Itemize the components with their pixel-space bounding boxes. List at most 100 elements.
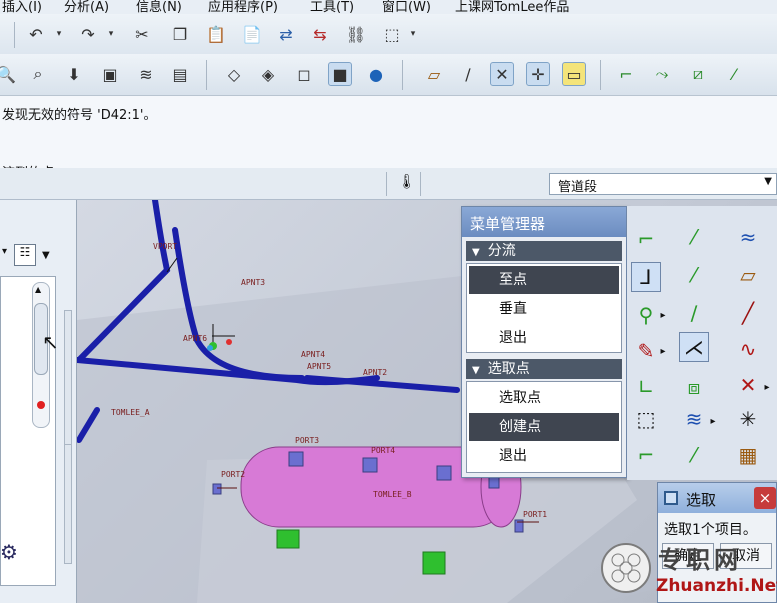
menu-item-exit[interactable]: 退出 (469, 324, 619, 352)
splitter-bottom[interactable] (64, 444, 72, 564)
menu-info[interactable]: 信息(N) (136, 0, 182, 14)
menu-group-label: 分流 (487, 243, 516, 259)
cut-icon[interactable]: ✂ (130, 22, 154, 46)
pipe-segment-icon[interactable]: ⁄ (722, 62, 746, 86)
flyout-icon[interactable]: ▸ (657, 336, 669, 366)
find-icon[interactable]: ⛓ (344, 22, 368, 46)
undo-icon[interactable]: ↶ (24, 22, 48, 46)
menu-list-branch: 至点 垂直 退出 (466, 263, 622, 353)
label-tomlee-b: TOMLEE_B (373, 490, 412, 499)
flyout-icon[interactable]: ▸ (707, 406, 719, 436)
label-apnt3: APNT3 (241, 278, 266, 287)
pipe-extend-icon[interactable]: ⁄ (679, 260, 709, 290)
csys-icon[interactable]: ✳ (733, 404, 763, 434)
menu-author[interactable]: 上课网TomLee作品 (455, 0, 569, 14)
point-icon[interactable]: ✕ (733, 370, 763, 400)
layers-icon[interactable]: ≋ (134, 62, 158, 86)
zoom-window-icon[interactable]: ⌕ (26, 62, 50, 86)
datum-point-icon[interactable]: ✕ (490, 62, 514, 86)
chevron-down-icon[interactable]: ▾ (52, 22, 66, 46)
menu-group-branch[interactable]: ▼ 分流 (466, 241, 622, 261)
curve-icon[interactable]: ∿ (733, 334, 763, 364)
menu-applications[interactable]: 应用程序(P) (208, 0, 278, 14)
label-apnt2: APNT2 (363, 368, 388, 377)
chevron-down-icon[interactable]: ▼ (42, 250, 50, 261)
menu-tools[interactable]: 工具(T) (310, 0, 354, 14)
pipe-elbow-icon[interactable]: ⌐ (631, 224, 661, 254)
datum-plane-icon[interactable]: ▱ (422, 62, 446, 86)
feature-icon: ⚙ (0, 540, 18, 564)
chevron-down-icon[interactable]: ▾ (406, 22, 420, 46)
menu-item-to-point[interactable]: 至点 (469, 266, 619, 294)
pipe-set-icon[interactable]: ∕ (679, 298, 709, 328)
menu-bar: 插入(I) 分析(A) 信息(N) 应用程序(P) 工具(T) 窗口(W) 上课… (0, 0, 777, 14)
collapse-icon: ▼ (472, 365, 480, 376)
model-tree-icon[interactable]: ▤ (168, 62, 192, 86)
status-row: 🌡 管道段 ▼ (0, 168, 777, 200)
menu-manager-title: 菜单管理器 (462, 207, 626, 237)
pipe-cut-icon[interactable]: ⁄ (679, 440, 709, 470)
menu-item-create-point[interactable]: 创建点 (469, 413, 619, 441)
label-apnt4: APNT4 (301, 350, 326, 359)
redo-icon[interactable]: ↷ (76, 22, 100, 46)
pipe-fitting-icon[interactable]: ⧄ (686, 62, 710, 86)
chevron-up-icon[interactable]: ▲ (35, 285, 41, 294)
thermometer-icon: 🌡 (398, 174, 416, 190)
datum-axis-icon[interactable]: ∕ (456, 62, 480, 86)
insert-fitting-icon[interactable]: ⋌ (679, 332, 709, 362)
pipe-route-icon[interactable]: ⌐ (614, 62, 638, 86)
message-line: 发现无效的符号 'D42:1'。 (2, 108, 157, 123)
menu-item-select-point[interactable]: 选取点 (469, 384, 619, 412)
pipe-branch-icon[interactable]: ⅃ (631, 262, 661, 292)
saved-views-icon[interactable]: ▣ (98, 62, 122, 86)
select-dialog-title-text: 选取 (686, 491, 717, 509)
label-port1: PORT1 (523, 510, 548, 519)
pipe-end-icon[interactable]: ⌐ (631, 440, 661, 470)
plane-icon[interactable]: ▱ (733, 260, 763, 290)
wireframe-icon[interactable]: ◇ (222, 62, 246, 86)
shading-icon[interactable]: ■ (328, 62, 352, 86)
flexible-icon[interactable]: ≈ (733, 222, 763, 252)
no-hidden-icon[interactable]: ◻ (292, 62, 316, 86)
paste-special-icon[interactable]: 📄 (240, 22, 264, 46)
flyout-icon[interactable]: ▸ (657, 300, 669, 330)
corner-icon[interactable]: ∟ (631, 372, 661, 402)
flyout-icon[interactable]: ▸ (761, 372, 773, 402)
scrollbar[interactable]: ▲ (32, 282, 50, 428)
chevron-down-icon[interactable]: ▾ (104, 22, 118, 46)
filter-select[interactable]: 管道段 ▼ (549, 173, 777, 195)
watermark-url: Zhuanzhi.Net (656, 576, 777, 596)
annotation-icon[interactable]: ▭ (562, 62, 586, 86)
menu-analysis[interactable]: 分析(A) (64, 0, 109, 14)
splitter-top[interactable] (64, 310, 72, 446)
datum-csys-icon[interactable]: ✛ (526, 62, 550, 86)
axis-icon[interactable]: ╱ (733, 298, 763, 328)
paste-icon[interactable]: 📋 (204, 22, 228, 46)
joint-icon[interactable]: ⧈ (679, 372, 709, 402)
orient-icon[interactable]: ⬇ (62, 62, 86, 86)
flex-route-icon[interactable]: ≋ (679, 404, 709, 434)
select-region-icon[interactable]: ⬚ (631, 404, 661, 434)
pipe-straight-icon[interactable]: ⁄ (679, 222, 709, 252)
menu-insert[interactable]: 插入(I) (2, 0, 42, 14)
regenerate-manager-icon[interactable]: ⇆ (308, 22, 332, 46)
pipe-connect-icon[interactable]: ⤳ (650, 62, 674, 86)
zoom-icon[interactable]: 🔍 (0, 62, 18, 86)
ruler-icon[interactable]: ▦ (733, 440, 763, 470)
show-options-icon[interactable]: ☷ (14, 244, 36, 266)
enhanced-realism-icon[interactable]: ● (364, 62, 388, 86)
select-box-icon[interactable]: ⬚ (380, 22, 404, 46)
menu-window[interactable]: 窗口(W) (382, 0, 431, 14)
close-button[interactable]: × (754, 487, 776, 509)
collapse-icon: ▼ (472, 247, 480, 258)
copy-icon[interactable]: ❐ (168, 22, 192, 46)
menu-item-perpendicular[interactable]: 垂直 (469, 295, 619, 323)
label-port3: PORT3 (295, 436, 320, 445)
message-area: 发现无效的符号 'D42:1'。 流到的点。 (0, 96, 777, 181)
watermark-logo-icon (601, 543, 651, 593)
piping-palette: ⌐ ⁄ ≈ ⅃ ⁄ ▱ ⚲ ▸ ∕ ╱ ✎ ▸ ⋌ ∿ ∟ ⧈ ✕ ▸ ⬚ ≋ … (627, 206, 777, 480)
hidden-line-icon[interactable]: ◈ (256, 62, 280, 86)
regenerate-icon[interactable]: ⇄ (274, 22, 298, 46)
menu-item-exit[interactable]: 退出 (469, 442, 619, 470)
menu-group-select-point[interactable]: ▼ 选取点 (466, 359, 622, 379)
